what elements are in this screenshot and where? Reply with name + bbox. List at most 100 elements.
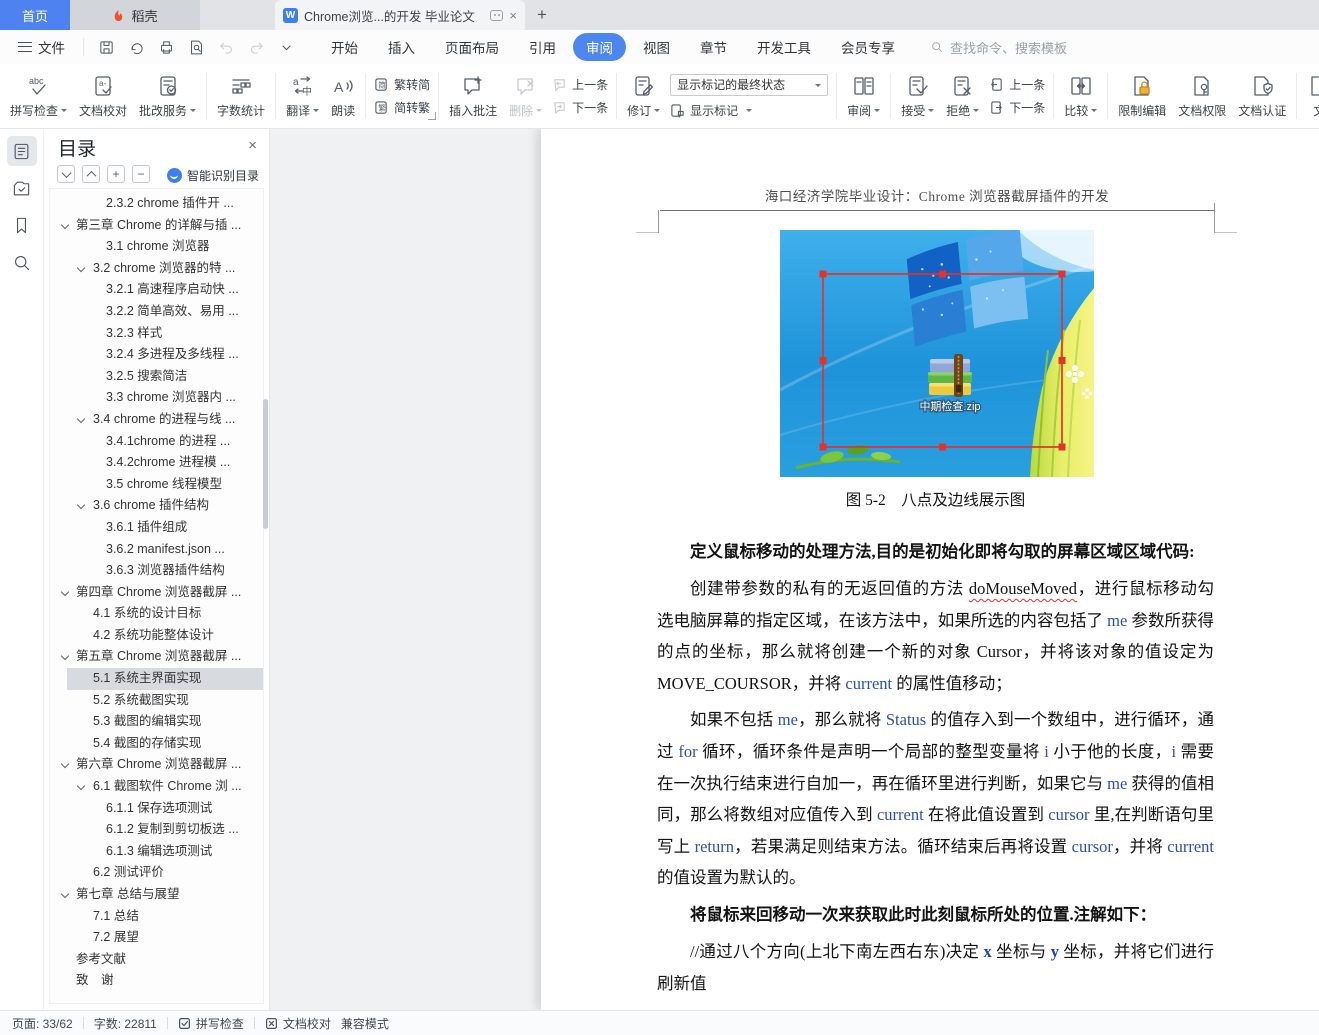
menu-tab[interactable]: 审阅 [573,33,626,61]
toc-item[interactable]: 3.2.4 多进程及多线程 ... [50,344,263,366]
tab-docer[interactable]: 稻壳 [70,0,200,30]
menu-tab[interactable]: 会员专享 [828,33,908,61]
toc-item[interactable]: 3.2.2 简单高效、易用 ... [50,301,263,323]
toc-item[interactable]: 3.4.2chrome 进程模 ... [50,452,263,474]
toc-expand-chevron-icon[interactable] [60,652,70,661]
doc-proofread-button[interactable]: a- 文档校对 [73,72,133,121]
show-markup-button[interactable]: 显示标记 [670,102,828,119]
save-button[interactable] [94,35,118,59]
print-button[interactable] [154,35,178,59]
document-body-text[interactable]: 图 5-2 八点及边线展示图 定义鼠标移动的处理方法,目的是初始化即将勾取的屏幕区… [657,489,1214,1004]
rail-toc-button[interactable] [6,136,37,166]
tab-document[interactable]: W Chrome浏览...的开发 毕业论文 × [275,0,525,30]
rail-search-button[interactable] [7,247,37,277]
undo-button[interactable] [214,35,238,59]
redo-button[interactable] [244,35,268,59]
menu-tab[interactable]: 开始 [318,33,371,61]
delete-comment-button[interactable]: 删除 [503,72,548,121]
toc-item[interactable]: 7.2 展望 [50,927,263,949]
print-preview-button[interactable] [184,35,208,59]
insert-comment-button[interactable]: 插入批注 [443,72,503,121]
toc-expand-chevron-icon[interactable] [76,414,86,424]
toc-item[interactable]: 3.1 chrome 浏览器 [50,236,263,258]
toc-item[interactable]: 第四章 Chrome 浏览器截屏 ... [50,582,263,604]
document-canvas[interactable]: 海口经济学院毕业设计：Chrome 浏览器截屏插件的开发 中期检查.zip 图 … [270,129,1319,1010]
toc-item[interactable]: 2.3.2 chrome 插件开 ... [50,193,263,215]
toc-item[interactable]: 3.6.3 浏览器插件结构 [50,560,263,582]
toc-item[interactable]: 3.2.5 搜索简洁 [50,366,263,388]
track-changes-button[interactable]: 修订 [621,72,666,121]
rail-bookmark-button[interactable] [7,210,37,240]
toc-item[interactable]: 致 谢 [50,970,263,992]
tab-close-icon[interactable]: × [509,9,517,22]
smart-toc-button[interactable]: 智能识别目录 [166,167,259,184]
toc-item[interactable]: 第七章 总结与展望 [50,884,263,906]
toc-item[interactable]: 3.6.2 manifest.json ... [50,539,263,561]
restrict-editing-button[interactable]: 限制编辑 [1112,72,1172,121]
toc-item[interactable]: 5.3 截图的编辑实现 [50,711,263,733]
toc-item[interactable]: 3.6.1 插件组成 [50,517,263,539]
toc-expand-chevron-icon[interactable] [60,760,70,769]
toc-expand-chevron-icon[interactable] [60,587,70,596]
toc-item[interactable]: 3.6 chrome 插件结构 [50,495,263,517]
translate-button[interactable]: a中 翻译 [280,72,325,121]
compare-button[interactable]: 比较 [1058,72,1103,121]
group-launcher-icon[interactable] [428,112,437,120]
grading-service-button[interactable]: 批改服务 [133,72,202,121]
toc-item[interactable]: 3.5 chrome 线程模型 [50,474,263,496]
toc-item[interactable]: 6.1 截图软件 Chrome 浏 ... [50,776,263,798]
document-page[interactable]: 海口经济学院毕业设计：Chrome 浏览器截屏插件的开发 中期检查.zip 图 … [541,129,1319,1010]
toc-scrollbar[interactable] [263,399,268,529]
file-menu-button[interactable]: 文件 [10,37,73,57]
toc-item[interactable]: 5.2 系统截图实现 [50,690,263,712]
toc-item[interactable]: 3.2.3 样式 [50,323,263,345]
tab-assistant-icon[interactable] [490,9,504,21]
review-pane-button[interactable]: 审阅 [841,72,886,121]
simp-to-trad-button[interactable]: 繁 简转繁 [374,99,430,116]
toc-item[interactable]: 第三章 Chrome 的详解与插 ... [50,215,263,237]
accept-change-button[interactable]: 接受 [895,72,940,121]
toc-item[interactable]: 4.1 系统的设计目标 [50,603,263,625]
doc-permission-button[interactable]: 文档权限 [1172,72,1232,121]
toc-expand-chevron-icon[interactable] [76,781,86,791]
toc-item[interactable]: 5.4 截图的存储实现 [50,733,263,755]
spell-check-button[interactable]: abc 拼写检查 [4,72,73,121]
toc-item[interactable]: 3.4.1chrome 的进程 ... [50,431,263,453]
toc-item[interactable]: 7.1 总结 [50,906,263,928]
expand-all-button[interactable] [82,165,100,183]
menu-tab[interactable]: 视图 [630,33,683,61]
menu-tab[interactable]: 章节 [687,33,740,61]
menu-tab[interactable]: 开发工具 [744,33,824,61]
collapse-all-button[interactable] [57,165,75,183]
toc-item[interactable]: 6.1.2 复制到剪切板选 ... [50,819,263,841]
toc-expand-chevron-icon[interactable] [76,501,86,510]
toc-item[interactable]: 4.2 系统功能整体设计 [50,625,263,647]
word-count-button[interactable]: 字数统计 [211,72,271,121]
menu-tab[interactable]: 引用 [516,33,569,61]
toc-item[interactable]: 3.3 chrome 浏览器内 ... [50,387,263,409]
trad-to-simp-button[interactable]: 简 繁转简 [374,76,430,93]
collapse-level-button[interactable]: − [132,165,150,183]
toc-item[interactable]: 3.2.1 高速程序启动快 ... [50,279,263,301]
toc-item[interactable]: 3.2 chrome 浏览器的特 ... [50,258,263,280]
toc-item[interactable]: 6.2 测试评价 [50,862,263,884]
toc-item[interactable]: 5.1 系统主界面实现 [50,668,263,690]
export-button[interactable] [124,35,148,59]
page-indicator[interactable]: 页面: 33/62 [12,1015,73,1032]
read-aloud-button[interactable]: A 朗读 [325,72,361,121]
toc-item[interactable]: 6.1.3 编辑选项测试 [50,841,263,863]
quick-access-more-button[interactable] [274,35,298,59]
toc-expand-chevron-icon[interactable] [60,220,70,229]
menu-tab[interactable]: 页面布局 [432,33,512,61]
tab-home[interactable]: 首页 [0,0,70,30]
previous-revision-button[interactable]: 上一条 [989,76,1045,93]
toc-expand-chevron-icon[interactable] [60,889,70,899]
markup-state-combobox[interactable]: 显示标记的最终状态 [670,73,829,96]
toc-item[interactable]: 3.4 chrome 的进程与线 ... [50,409,263,431]
previous-comment-button[interactable]: 上一条 [552,76,608,93]
toc-item[interactable]: 6.1.1 保存选项测试 [50,798,263,820]
menu-tab[interactable]: 插入 [375,33,428,61]
rail-chapters-button[interactable] [7,173,37,203]
doc-proofread-status[interactable]: 文档校对 [265,1015,331,1032]
new-tab-button[interactable]: + [525,0,559,30]
